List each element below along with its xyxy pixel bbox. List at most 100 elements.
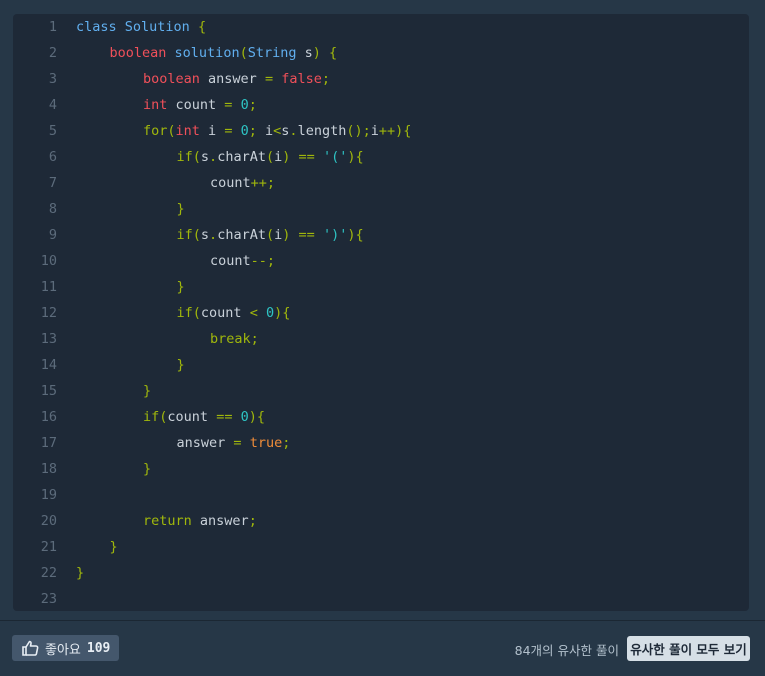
code-token: } — [176, 201, 185, 217]
line-number: 3 — [48, 71, 57, 87]
code-token: . — [209, 149, 218, 165]
code-token: answer — [199, 71, 265, 87]
code-token: == — [216, 409, 233, 425]
code-text: } — [177, 196, 185, 222]
code-token: ++ — [378, 123, 396, 139]
line-number: 13 — [40, 331, 57, 347]
code-line: 4 int count = 0; — [13, 92, 749, 118]
code-text: count++; — [210, 170, 275, 196]
code-token: . — [209, 227, 218, 243]
line-number: 14 — [40, 357, 57, 373]
code-token: false — [281, 71, 322, 87]
code-line: 3 boolean answer = false; — [13, 66, 749, 92]
code-token: answer — [176, 435, 234, 451]
code-token: ; — [248, 123, 257, 139]
code-text: } — [76, 560, 84, 586]
code-token: ( — [192, 149, 201, 165]
code-text: } — [177, 352, 185, 378]
code-token: ){ — [248, 409, 265, 425]
code-token: ) — [312, 45, 321, 61]
code-line: 11} — [13, 274, 749, 300]
code-line: 9 if(s.charAt(i) == ')'){ — [13, 222, 749, 248]
code-line: 16 if(count == 0){ — [13, 404, 749, 430]
code-token: count — [167, 409, 217, 425]
code-token: ( — [265, 149, 275, 165]
view-all-similar-button[interactable]: 유사한 풀이 모두 보기 — [627, 636, 750, 661]
code-token: --; — [250, 253, 276, 269]
code-token: count — [167, 97, 225, 113]
code-token: . — [289, 123, 298, 139]
code-text: return answer; — [143, 508, 257, 534]
code-token: ( — [192, 305, 201, 321]
code-text: if(s.charAt(i) == ')'){ — [177, 222, 364, 248]
code-text: } — [110, 534, 118, 560]
code-token: return — [143, 513, 192, 529]
code-text: } — [177, 274, 185, 300]
code-token: 0 — [240, 409, 249, 425]
code-token: boolean — [143, 71, 200, 87]
line-number: 10 — [40, 253, 57, 269]
thumbs-up-icon — [22, 640, 39, 656]
code-line: 23 — [13, 586, 749, 611]
code-text: if(count < 0){ — [177, 300, 291, 326]
line-number: 2 — [48, 45, 57, 61]
code-token: break — [210, 331, 251, 347]
line-number: 6 — [48, 149, 57, 165]
line-number: 8 — [48, 201, 57, 217]
code-token: = — [264, 71, 274, 87]
code-line: 10 count--; — [13, 248, 749, 274]
code-token: charAt — [217, 149, 266, 165]
code-token: ; — [250, 331, 259, 347]
code-token: == — [298, 227, 315, 243]
code-token: 0 — [240, 123, 249, 139]
code-text: int count = 0; — [143, 92, 257, 118]
code-text: for(int i = 0; i<s.length();i++){ — [143, 118, 411, 144]
code-token: { — [189, 19, 207, 35]
code-token: == — [298, 149, 315, 165]
line-number: 15 — [40, 383, 57, 399]
line-number: 18 — [40, 461, 57, 477]
code-token: } — [143, 461, 152, 477]
code-token: { — [320, 45, 338, 61]
divider — [0, 620, 765, 621]
code-token: 0 — [240, 97, 249, 113]
code-token: ; — [248, 513, 257, 529]
code-token: count — [210, 253, 251, 269]
code-line: 1 class Solution { — [13, 14, 749, 40]
line-number: 20 — [40, 513, 57, 529]
code-line: 12 if(count < 0){ — [13, 300, 749, 326]
like-button[interactable]: 좋아요 109 — [12, 635, 119, 661]
code-token: count — [200, 305, 250, 321]
code-token: ( — [265, 227, 275, 243]
code-text: } — [143, 456, 151, 482]
code-line: 22} — [13, 560, 749, 586]
code-token: } — [176, 279, 185, 295]
code-token: solution — [174, 45, 240, 61]
code-text: count--; — [210, 248, 275, 274]
code-token: length — [297, 123, 347, 139]
code-text: if(count == 0){ — [143, 404, 265, 430]
line-number: 19 — [40, 487, 57, 503]
code-token: s — [200, 227, 210, 243]
code-token: } — [143, 383, 152, 399]
code-token: ; — [362, 123, 371, 139]
code-token: ++; — [250, 175, 276, 191]
code-token: if — [176, 227, 193, 243]
code-token: answer — [191, 513, 249, 529]
code-line: 18} — [13, 456, 749, 482]
line-number: 16 — [40, 409, 57, 425]
code-token: = — [233, 435, 242, 451]
code-token: ( — [239, 45, 248, 61]
code-text: class Solution { — [76, 14, 206, 40]
code-line: 15} — [13, 378, 749, 404]
code-token: Solution — [124, 19, 190, 35]
line-number: 12 — [40, 305, 57, 321]
code-line: 7 count++; — [13, 170, 749, 196]
